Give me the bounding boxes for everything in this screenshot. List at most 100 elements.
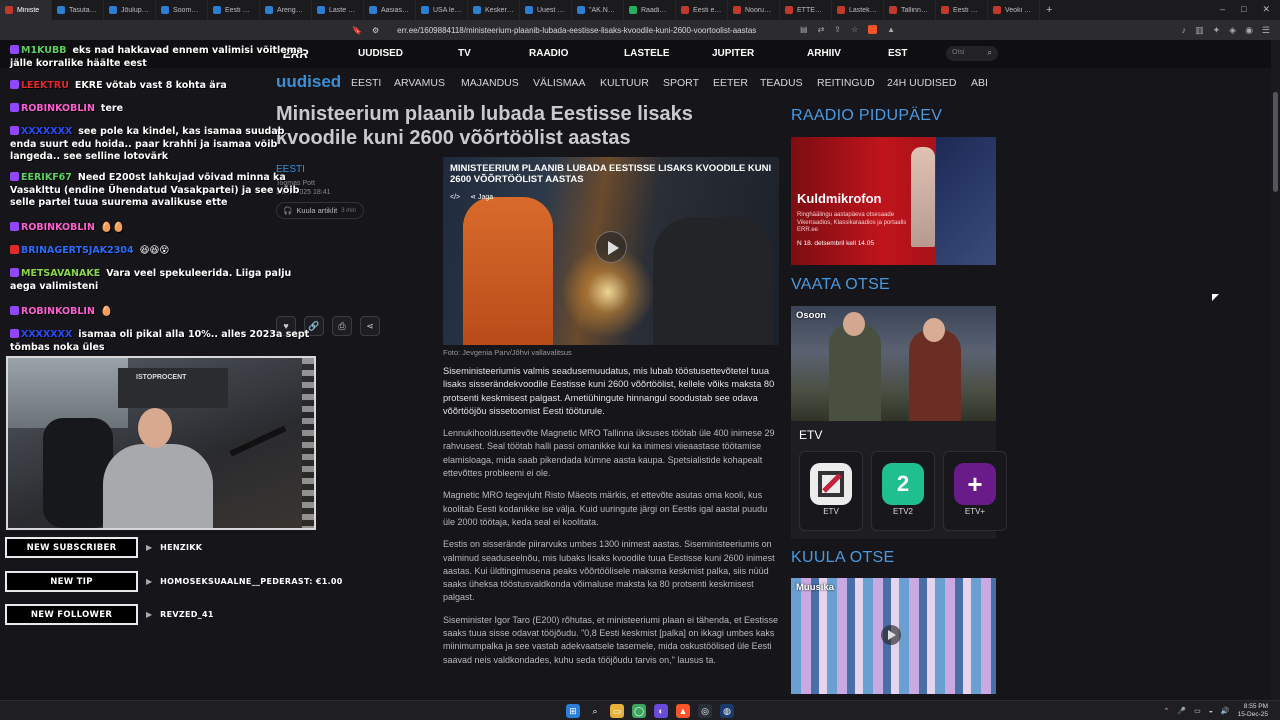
browser-tab[interactable]: ETTEVAATUS [780, 0, 832, 20]
browser-tab[interactable]: Tallinnas pe [884, 0, 936, 20]
article-video[interactable]: Ministeerium plaanib lubada Eestisse lis… [443, 157, 779, 345]
nav-language[interactable]: EST [888, 48, 907, 59]
browser-tab[interactable]: Tasuta laste [52, 0, 104, 20]
cam-shelf: ISTOPROCENT [118, 368, 228, 408]
bookmark-icon[interactable]: 🔖 [352, 26, 362, 35]
search-input[interactable]: Otsi ⌕ [946, 46, 998, 61]
scrollbar-thumb[interactable] [1273, 92, 1278, 192]
browser-tab[interactable]: Lastekodula [832, 0, 884, 20]
subnav-eesti[interactable]: EESTI [351, 77, 381, 89]
browser-tab[interactable]: Soomes ela [156, 0, 208, 20]
nav-arhiiv[interactable]: ARHIIV [807, 48, 841, 59]
subnav-eeter[interactable]: EETER [713, 77, 748, 89]
brave-shield-icon[interactable] [868, 24, 878, 36]
whatsapp-icon[interactable]: ◯ [632, 704, 646, 718]
subnav-kultuur[interactable]: KULTUUR [600, 77, 649, 89]
reader-icon[interactable]: ▤ [800, 25, 808, 36]
nav-uudised[interactable]: UUDISED [358, 48, 403, 59]
print-button[interactable]: ⎙ [332, 316, 352, 336]
nav-lastele[interactable]: LASTELE [624, 48, 670, 59]
wallet-icon[interactable]: ◈ [1229, 25, 1236, 36]
rewards-icon[interactable]: ▲ [887, 25, 895, 36]
share-button[interactable]: ⋖ [360, 316, 380, 336]
vpn-icon[interactable]: ◉ [1245, 25, 1253, 36]
streamer-head [138, 408, 172, 448]
display-icon[interactable]: ▭ [1194, 707, 1201, 715]
subnav-reitingud[interactable]: REITINGUD [817, 77, 875, 89]
tab-favicon-icon [213, 6, 221, 14]
kuldmikrofon-promo[interactable]: Kuldmikrofon Ringhäälingu aastapäeva ots… [791, 137, 996, 265]
subnav-arvamus[interactable]: ARVAMUS [394, 77, 445, 89]
share-icon[interactable]: ⇪ [834, 25, 841, 36]
subnav-abi[interactable]: ABI [971, 77, 988, 89]
site-settings-icon[interactable]: ⚙ [372, 26, 379, 35]
start-icon[interactable]: ⊞ [566, 704, 580, 718]
new-tab-button[interactable]: + [1040, 4, 1058, 16]
browser-tab[interactable]: Laste mängu [312, 0, 364, 20]
explorer-icon[interactable]: ▭ [610, 704, 624, 718]
browser-tab[interactable]: Ministe [0, 0, 52, 20]
subnav-sport[interactable]: SPORT [663, 77, 699, 89]
chat-message: EERIKF67 Need E200st lahkujad võivad minn… [10, 172, 310, 210]
browser-tab[interactable]: Aasiast tellit [364, 0, 416, 20]
subnav-24h[interactable]: 24H UUDISED [887, 77, 956, 89]
alert-new-subscriber: NEW SUBSCRIBER ▶ HENZIKK [5, 537, 202, 558]
search-icon[interactable]: ⌕ [988, 48, 992, 58]
tab-favicon-icon [161, 6, 169, 14]
browser-tab[interactable]: USA leevend [416, 0, 468, 20]
embed-icon[interactable]: </> [450, 194, 460, 201]
radio-stream-thumbnail[interactable]: Muusika [791, 578, 996, 694]
video-share-button[interactable]: ⋖ Jaga [470, 193, 493, 201]
play-button[interactable] [595, 231, 627, 263]
mic-icon[interactable]: 🎤 [1177, 707, 1186, 715]
volume-icon[interactable]: 🔊 [1221, 707, 1230, 715]
tray-overflow-icon[interactable]: ⌃ [1163, 707, 1169, 715]
browser-tab[interactable]: Noorus tahe [728, 0, 780, 20]
subnav-valismaa[interactable]: VÄLISMAA [533, 77, 586, 89]
obs-icon[interactable]: ◎ [698, 704, 712, 718]
browser-tab[interactable]: Veoki sõidu [988, 0, 1040, 20]
browser-tab[interactable]: Keskerakon [468, 0, 520, 20]
nav-raadio[interactable]: RAADIO [529, 48, 568, 59]
channel-etvplus[interactable]: + ETV+ [943, 451, 1007, 531]
chat-username: XXXXXXX [21, 126, 73, 137]
channel-etv2[interactable]: 2 ETV2 [871, 451, 935, 531]
minimize-button[interactable]: – [1220, 4, 1225, 15]
clock[interactable]: 8:55 PM 15-Dec-25 [1238, 703, 1268, 719]
extensions-icon[interactable]: ♪ [1182, 25, 1187, 36]
discord-icon[interactable]: ◐ [654, 704, 668, 718]
browser-tab[interactable]: Uuest aasta [520, 0, 572, 20]
nav-jupiter[interactable]: JUPITER [712, 48, 754, 59]
chat-message: XXXXXXX see pole ka kindel, kas isamaa su… [10, 126, 310, 164]
page-scrollbar[interactable] [1271, 40, 1280, 700]
channel-etv[interactable]: ETV [799, 451, 863, 531]
tab-label: Aasiast tellit [381, 6, 410, 14]
taskbar-apps: ⊞ ⌕ ▭ ◯ ◐ ▲ ◎ ◍ [566, 704, 734, 718]
steam-icon[interactable]: ◍ [720, 704, 734, 718]
close-window-button[interactable]: ✕ [1262, 4, 1270, 15]
search-taskbar-icon[interactable]: ⌕ [588, 704, 602, 718]
browser-tab[interactable]: Jõuluperioo [104, 0, 156, 20]
chat-username: ROBINKOBLIN [21, 222, 95, 233]
maximize-button[interactable]: □ [1241, 4, 1246, 15]
sidebar-icon[interactable]: ▥ [1195, 25, 1204, 36]
promo-suit [936, 137, 996, 265]
browser-tab[interactable]: Eesti Kesker [936, 0, 988, 20]
browser-tab[interactable]: Eesti MEP-i [208, 0, 260, 20]
subnav-teadus[interactable]: TEADUS [760, 77, 803, 89]
browser-tab[interactable]: "AK.Nädal" [572, 0, 624, 20]
live-show-thumbnail[interactable]: Osoon [791, 306, 996, 421]
browser-tab[interactable]: Arenguseire [260, 0, 312, 20]
leo-icon[interactable]: ✦ [1213, 25, 1221, 36]
url-field[interactable]: err.ee/1609884118/ministeerium-plaanib-l… [397, 26, 756, 35]
translate-icon[interactable]: ⇄ [818, 25, 825, 36]
radio-play-button[interactable] [881, 625, 901, 645]
browser-tab[interactable]: Raadio 2 aas [624, 0, 676, 20]
browser-tab[interactable]: Eesti ettevõ [676, 0, 728, 20]
network-icon[interactable]: ◒ [1209, 708, 1213, 715]
subnav-majandus[interactable]: MAJANDUS [461, 77, 519, 89]
star-icon[interactable]: ☆ [851, 25, 858, 36]
menu-icon[interactable]: ☰ [1262, 25, 1270, 36]
nav-tv[interactable]: TV [458, 48, 471, 59]
brave-icon[interactable]: ▲ [676, 704, 690, 718]
